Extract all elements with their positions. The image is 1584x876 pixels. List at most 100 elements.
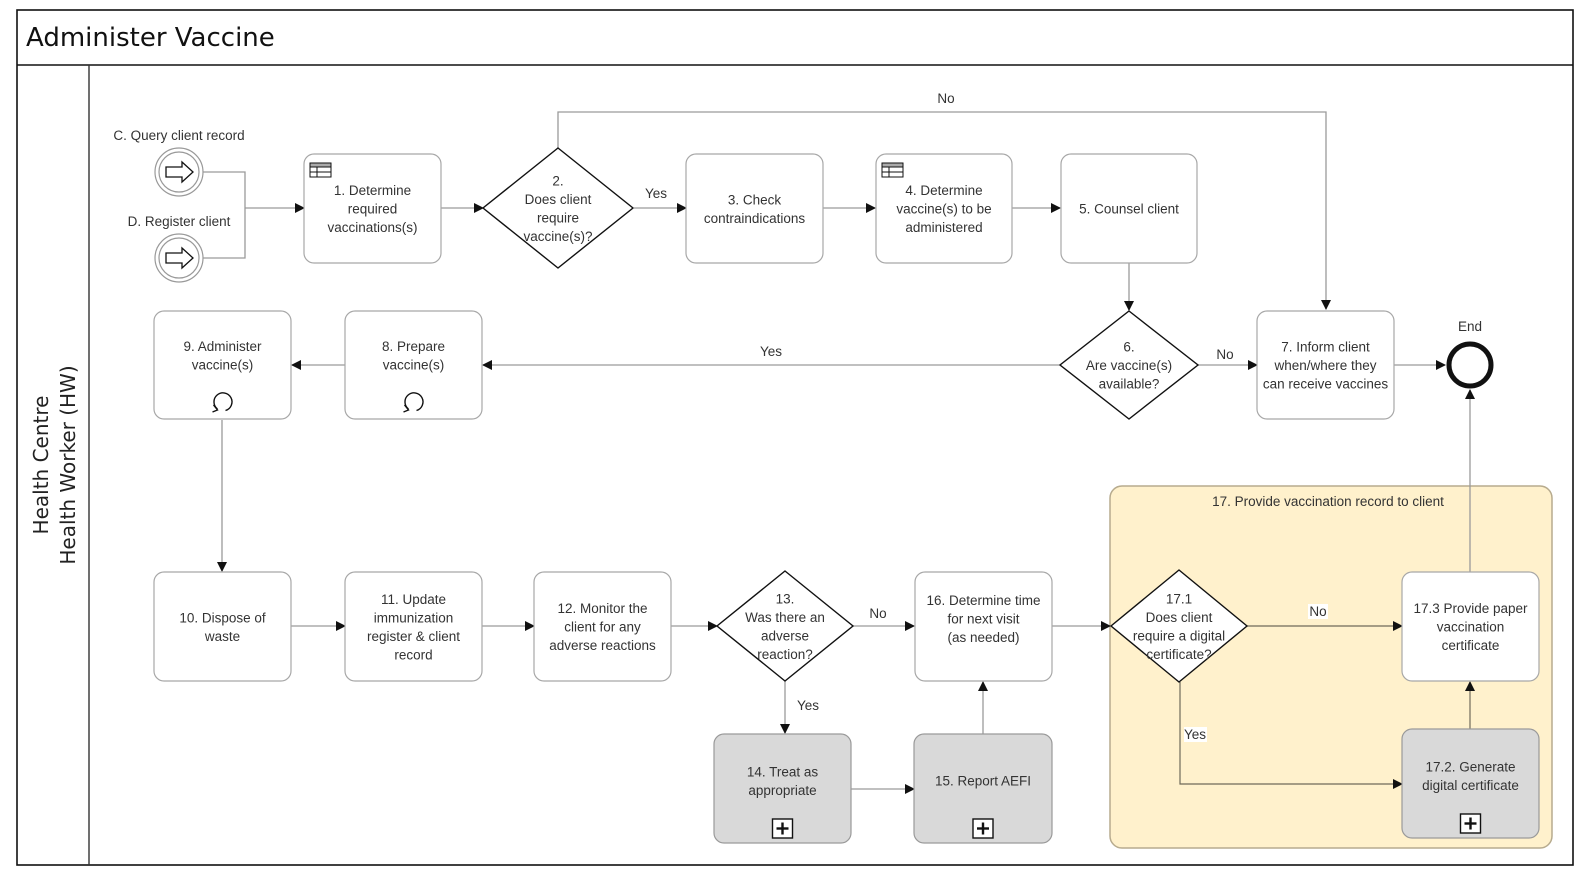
start-event-label: C. Query client record <box>113 128 244 143</box>
end-event-label: End <box>1458 319 1482 334</box>
task-label-line: vaccine(s) <box>383 357 445 372</box>
task-8[interactable]: 8. Prepare vaccine(s) <box>344 310 483 420</box>
task-label-line: 4. Determine <box>905 183 982 198</box>
start-event-register-client[interactable]: D. Register client <box>128 214 231 283</box>
gateway-label-line: Does client <box>525 192 592 207</box>
task-label-line: record <box>394 647 432 662</box>
task-172[interactable]: 17.2. Generate digital certificate <box>1401 728 1540 839</box>
gateway-label-line: reaction? <box>757 647 813 662</box>
task-label-line: 5. Counsel client <box>1079 202 1179 217</box>
task-label-line: contraindications <box>704 211 806 226</box>
task-label-line: certificate <box>1442 638 1500 653</box>
task-label-line: 17.2. Generate <box>1425 759 1515 774</box>
task-label-line: vaccinations(s) <box>327 220 417 235</box>
task-label-line: 9. Administer <box>183 339 262 354</box>
task-label-line: register & client <box>367 629 460 644</box>
task-label-line: vaccine(s) to be <box>896 202 991 217</box>
gateway-13[interactable]: 13. Was there an adverse reaction? <box>715 570 855 682</box>
label-g6-yes: Yes <box>760 344 782 359</box>
task-label-line: 16. Determine time <box>926 593 1040 608</box>
end-event[interactable]: End <box>1446 319 1494 389</box>
task-label-line: 3. Check <box>728 192 782 207</box>
gateway-diamond[interactable] <box>715 570 855 682</box>
gateway-label-line: 17.1 <box>1166 591 1192 606</box>
diagram-title: Administer Vaccine <box>26 23 275 53</box>
task-14[interactable]: 14. Treat as appropriate <box>713 733 852 844</box>
gateway-label-line: Was there an <box>745 610 825 625</box>
task-label-line: 1. Determine <box>334 183 411 198</box>
task-5[interactable]: 5. Counsel client <box>1060 153 1198 264</box>
start-event-label: D. Register client <box>128 214 231 229</box>
task-label-line: 12. Monitor the <box>557 601 647 616</box>
bpmn-diagram: Administer Vaccine Health Centre Health … <box>16 9 1574 866</box>
task-label-line: adverse reactions <box>549 638 656 653</box>
task-1[interactable]: 1. Determine required vaccinations(s) <box>303 153 442 264</box>
task-label-line: waste <box>204 629 240 644</box>
task-box[interactable] <box>914 571 1053 682</box>
gateway-2[interactable]: 2. Does client require vaccine(s)? <box>481 147 635 269</box>
gateway-6[interactable]: 6. Are vaccine(s) available? <box>1058 310 1200 420</box>
gateway-label-line: 13. <box>776 591 795 606</box>
label-g2-no: No <box>937 91 954 106</box>
task-label-line: 7. Inform client <box>1281 340 1370 355</box>
task-7[interactable]: 7. Inform client when/where they can recei… <box>1256 310 1395 420</box>
gateway-label-line: 6. <box>1123 340 1134 355</box>
task-label-line: 11. Update <box>381 592 446 607</box>
task-label-line: required <box>348 202 398 217</box>
gateway-label-line: adverse <box>761 628 809 643</box>
task-label-line: administered <box>905 220 982 235</box>
label-g2-yes: Yes <box>645 186 667 201</box>
expand-plus-icon[interactable] <box>771 818 794 839</box>
expand-plus-icon[interactable] <box>972 818 994 839</box>
gateway-diamond[interactable] <box>481 147 635 269</box>
task-label-line: 14. Treat as <box>747 764 819 779</box>
task-4[interactable]: 4. Determine vaccine(s) to be administered <box>875 153 1013 264</box>
label-g6-no: No <box>1216 347 1233 362</box>
task-label-line: client for any <box>564 620 641 635</box>
task-label-line: 15. Report AEFI <box>935 774 1031 789</box>
gateway-label-line: require a digital <box>1133 628 1225 643</box>
task-label-line: (as needed) <box>947 630 1019 645</box>
gateway-label-line: certificate? <box>1146 647 1211 662</box>
end-event-circle <box>1446 341 1494 389</box>
task-label-line: immunization <box>374 610 454 625</box>
flow-start-c[interactable] <box>202 171 246 208</box>
task-11[interactable]: 11. Update immunization register & client r… <box>344 571 483 682</box>
task-10[interactable]: 10. Dispose of waste <box>153 571 292 682</box>
label-g13-yes: Yes <box>797 698 819 713</box>
label-g13-no: No <box>869 606 886 621</box>
task-label-line: can receive vaccines <box>1263 377 1389 392</box>
task-label-line: appropriate <box>748 783 816 798</box>
business-rule-icon <box>881 162 904 178</box>
task-box[interactable] <box>153 571 292 682</box>
lane-label-role: Health Worker (HW) <box>56 365 80 564</box>
task-label-line: 17.3 Provide paper <box>1413 601 1528 616</box>
task-9[interactable]: 9. Administer vaccine(s) <box>153 310 292 420</box>
task-box[interactable] <box>685 153 824 264</box>
lane-header: Health Centre Health Worker (HW) <box>29 365 80 564</box>
task-label-line: when/where they <box>1273 358 1376 373</box>
subprocess-17-label: 17. Provide vaccination record to client <box>1212 494 1444 509</box>
task-box[interactable] <box>344 571 483 682</box>
gateway-label-line: available? <box>1099 377 1160 392</box>
expand-plus-icon[interactable] <box>1459 813 1482 834</box>
task-label-line: 8. Prepare <box>382 339 445 354</box>
task-16[interactable]: 16. Determine time for next visit (as need… <box>914 571 1053 682</box>
label-g171-no: No <box>1309 604 1326 619</box>
task-label-line: 10. Dispose of <box>179 610 266 625</box>
task-12[interactable]: 12. Monitor the client for any adverse rea… <box>533 571 672 682</box>
business-rule-icon <box>309 162 332 178</box>
gateway-label-line: 2. <box>552 173 563 188</box>
gateway-label-line: vaccine(s)? <box>523 229 592 244</box>
task-3[interactable]: 3. Check contraindications <box>685 153 824 264</box>
task-label-line: vaccination <box>1437 620 1505 635</box>
gateway-label-line: Are vaccine(s) <box>1086 358 1172 373</box>
start-event-query-client-record[interactable]: C. Query client record <box>113 128 245 197</box>
task-label-line: digital certificate <box>1422 778 1519 793</box>
gateway-label-line: Does client <box>1146 610 1213 625</box>
task-label-line: for next visit <box>947 612 1019 627</box>
task-15[interactable]: 15. Report AEFI <box>913 733 1053 844</box>
task-173[interactable]: 17.3 Provide paper vaccination certificate <box>1401 571 1540 682</box>
task-label-line: vaccine(s) <box>192 357 254 372</box>
label-g171-yes: Yes <box>1184 727 1206 742</box>
